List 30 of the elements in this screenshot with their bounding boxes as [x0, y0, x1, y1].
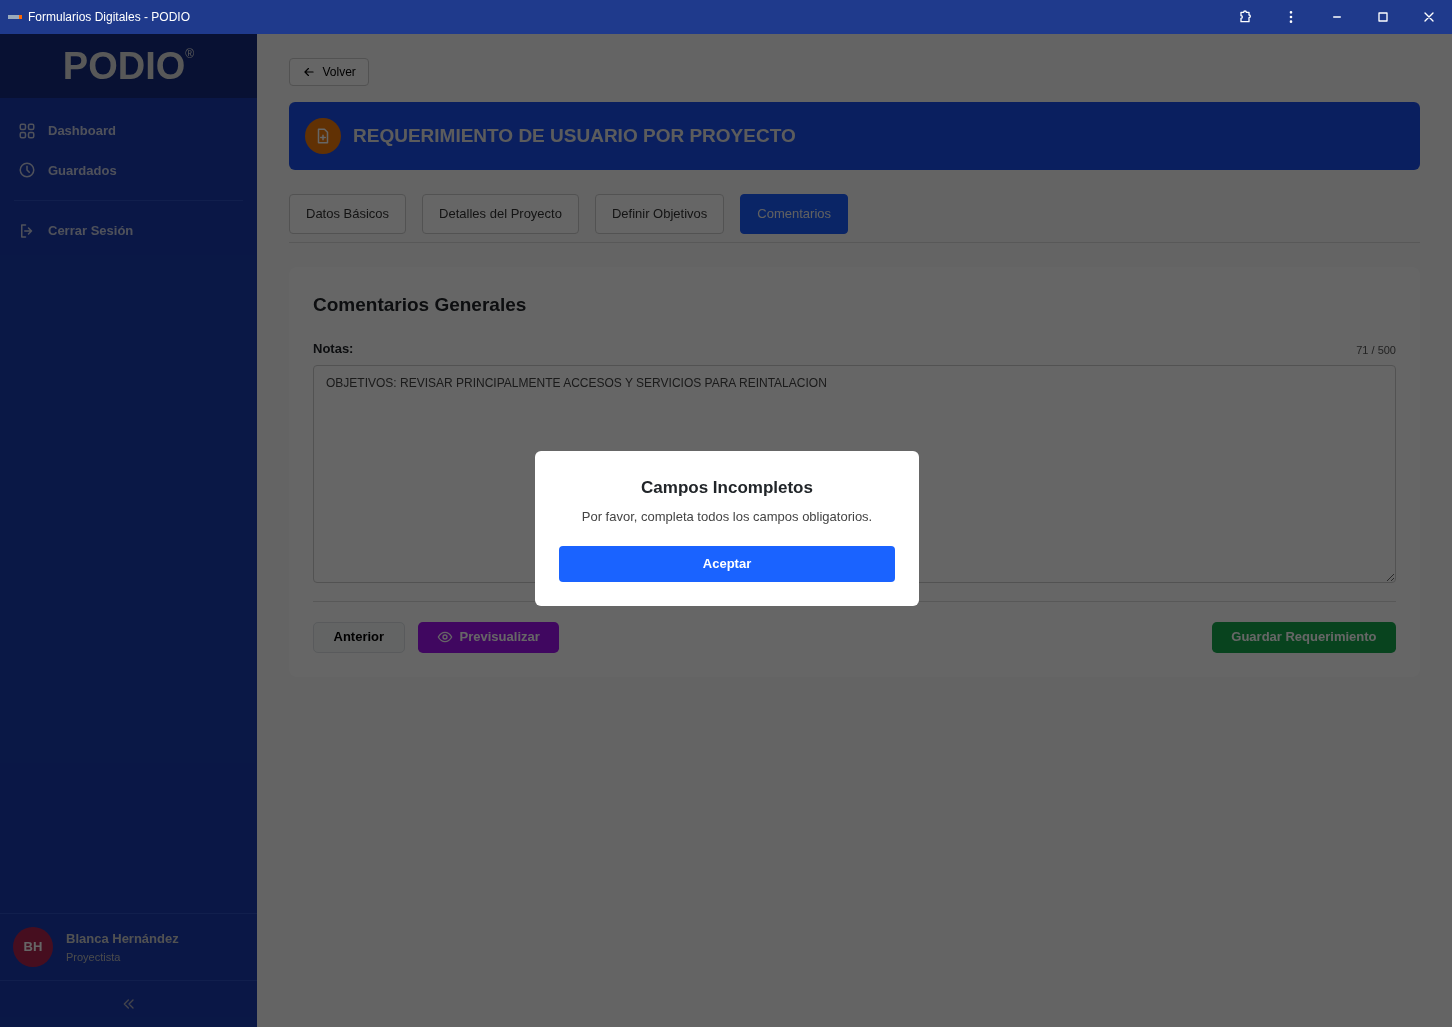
dialog-message: Por favor, completa todos los campos obligatorios.: [580, 508, 874, 526]
field-label: Notas:: [313, 339, 354, 358]
window-title: Formularios Digitales - PODIO: [28, 9, 191, 26]
user-role: Proyectista: [66, 949, 122, 965]
nav-item[interactable]: Guardados: [0, 150, 257, 190]
tab[interactable]: Detalles del Proyecto: [422, 194, 579, 234]
dialog-title: Campos Incompletos: [640, 477, 814, 499]
page-title: REQUERIMIENTO DE USUARIO POR PROYECTO: [353, 123, 796, 148]
app-icon: [8, 15, 22, 19]
extensions-icon[interactable]: [1237, 9, 1253, 25]
registered-mark: ®: [185, 48, 195, 60]
previous-button[interactable]: Anterior: [313, 621, 405, 653]
character-counter: 71 / 500: [1356, 342, 1396, 358]
grid-icon: [18, 121, 36, 140]
tab[interactable]: Datos Básicos: [289, 194, 407, 234]
clock-icon: [18, 161, 36, 180]
logout-button[interactable]: Cerrar Sesión: [0, 211, 257, 251]
nav-item[interactable]: Dashboard: [0, 111, 257, 151]
user-name: Blanca Hernández: [66, 930, 179, 948]
preview-button[interactable]: Previsualizar: [417, 621, 560, 653]
back-button[interactable]: Volver: [289, 58, 369, 86]
maximize-icon[interactable]: [1375, 9, 1391, 25]
arrow-left-icon: [302, 65, 316, 79]
save-button[interactable]: Guardar Requerimiento: [1211, 621, 1396, 653]
tab[interactable]: Definir Objetivos: [594, 194, 725, 234]
logo: PODIO: [62, 43, 186, 89]
user-avatar: BH: [13, 927, 53, 967]
section-title: Comentarios Generales: [313, 292, 528, 317]
accept-button[interactable]: Aceptar: [559, 546, 895, 582]
tab[interactable]: Comentarios: [740, 194, 848, 234]
